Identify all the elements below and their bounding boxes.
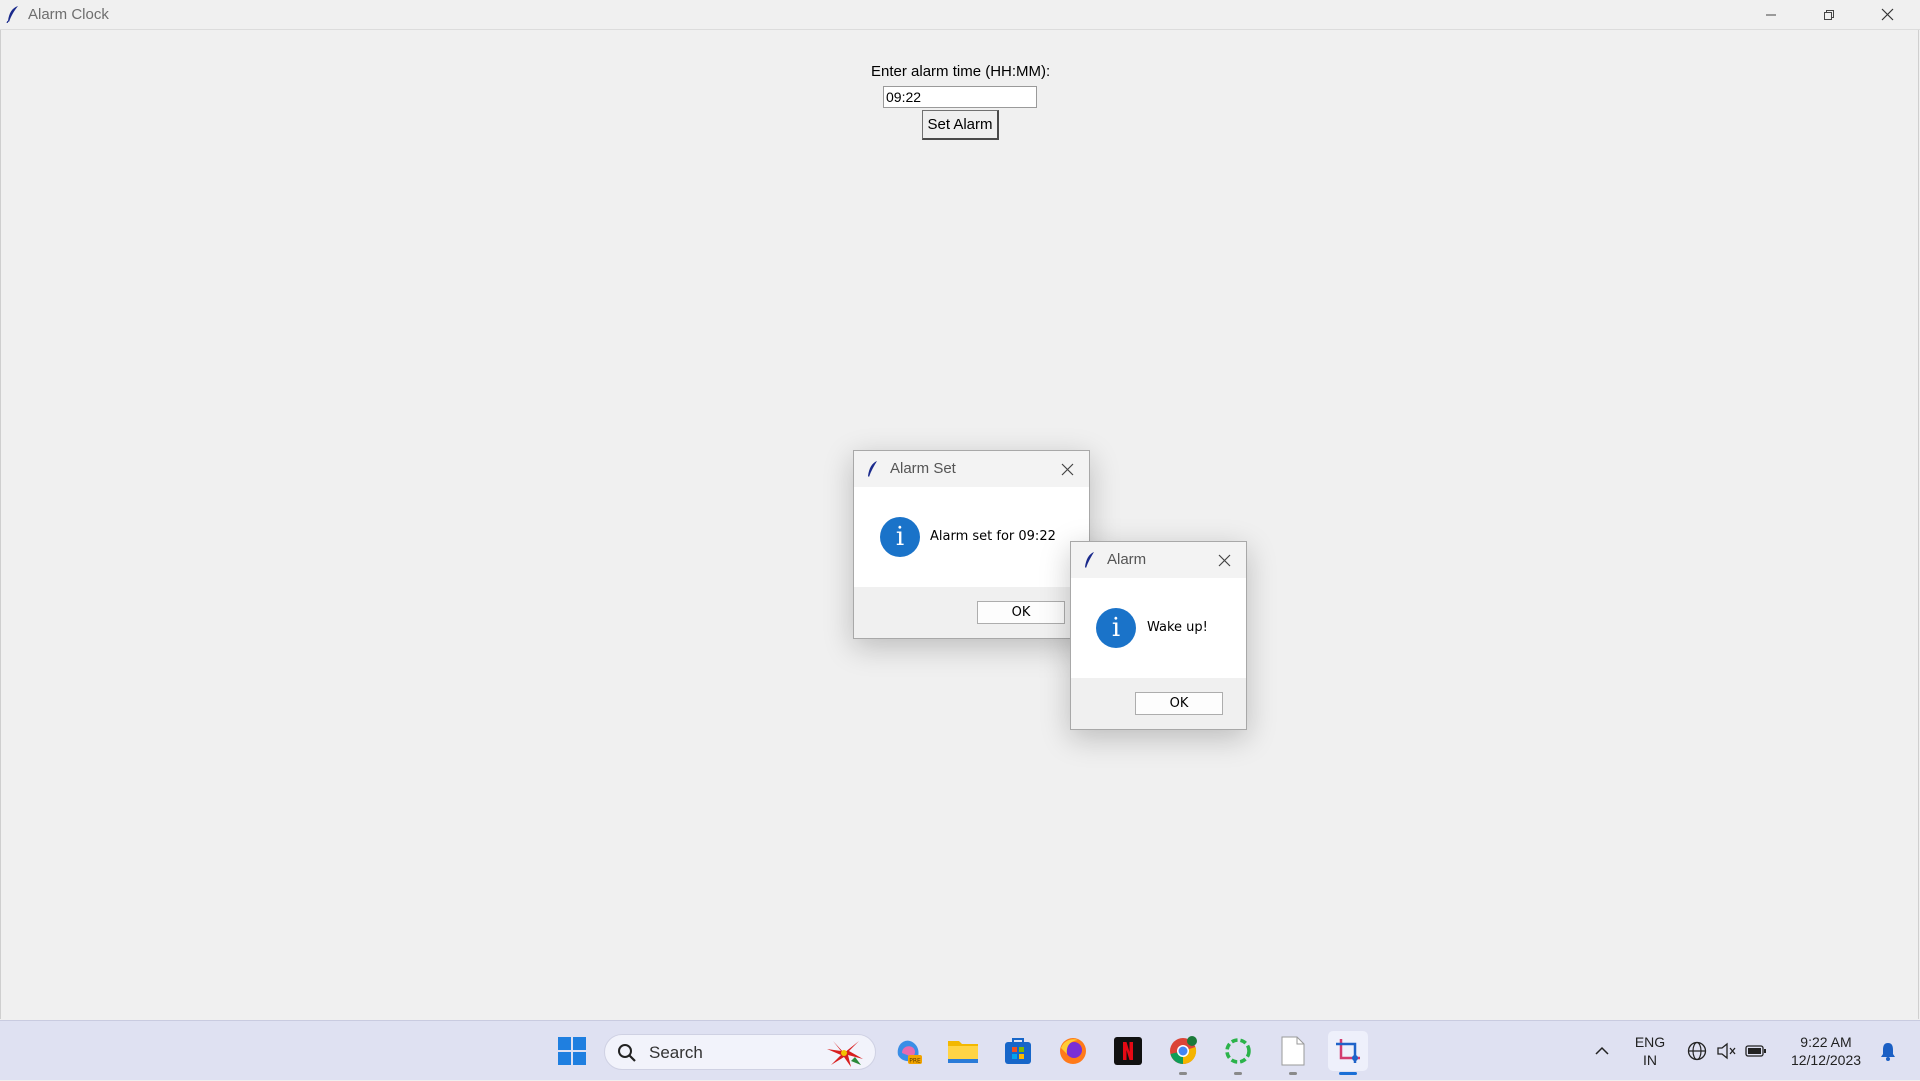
- volume-muted-icon: [1717, 1042, 1736, 1060]
- taskbar-search-box[interactable]: Search: [604, 1034, 876, 1070]
- running-indicator: [1289, 1072, 1297, 1075]
- running-indicator: [1234, 1072, 1242, 1075]
- taskbar-netflix[interactable]: [1108, 1031, 1148, 1071]
- alarm-set-dialog: Alarm Set i Alarm set for 09:22 OK: [853, 450, 1090, 639]
- running-indicator: [1179, 1072, 1187, 1075]
- language-indicator[interactable]: ENG IN: [1626, 1021, 1674, 1081]
- chrome-icon: [1170, 1036, 1197, 1065]
- dialog-title: Alarm Set: [890, 460, 956, 477]
- volume-button[interactable]: [1713, 1021, 1739, 1081]
- battery-button[interactable]: [1742, 1021, 1770, 1081]
- notifications-button[interactable]: [1874, 1021, 1902, 1081]
- dialog-body: i Wake up!: [1071, 578, 1246, 678]
- taskbar-file-explorer[interactable]: [943, 1031, 983, 1071]
- dialog-footer: OK: [1071, 678, 1246, 729]
- language-region: IN: [1643, 1052, 1657, 1068]
- language-code: ENG: [1634, 1034, 1666, 1050]
- taskbar-firefox[interactable]: [1053, 1031, 1093, 1071]
- dialog-body: i Alarm set for 09:22: [854, 487, 1089, 587]
- bell-icon: [1881, 1043, 1895, 1061]
- window-titlebar: Alarm Clock: [0, 0, 1920, 30]
- dialog-titlebar: Alarm: [1071, 542, 1246, 578]
- dialog-message: Wake up!: [1147, 620, 1208, 635]
- show-hidden-icons-button[interactable]: [1588, 1021, 1616, 1081]
- dialog-title: Alarm: [1107, 551, 1147, 568]
- taskbar-snipping-tool[interactable]: [1328, 1031, 1368, 1075]
- info-icon: i: [880, 517, 920, 557]
- search-placeholder: Search: [649, 1043, 703, 1062]
- clock-time: 9:22 AM: [1800, 1034, 1852, 1050]
- ok-button[interactable]: OK: [977, 601, 1065, 624]
- minimize-button[interactable]: [1742, 0, 1800, 29]
- globe-icon: [1687, 1041, 1707, 1061]
- info-icon: i: [1096, 608, 1136, 648]
- search-icon: [618, 1044, 636, 1062]
- alarm-time-label: Enter alarm time (HH:MM):: [871, 63, 1051, 80]
- dialog-message: Alarm set for 09:22: [930, 529, 1056, 544]
- window-title: Alarm Clock: [28, 6, 109, 23]
- clock-date: 12/12/2023: [1790, 1052, 1862, 1068]
- taskbar: Search PRE ENG IN 9:22 AM 12/12/2023: [0, 1020, 1920, 1080]
- circle-app-icon: [1225, 1038, 1251, 1064]
- close-icon: [1061, 463, 1073, 475]
- windows-start-icon: [558, 1037, 586, 1065]
- taskbar-circle-app[interactable]: [1218, 1031, 1258, 1075]
- battery-icon: [1745, 1045, 1766, 1057]
- svg-text:PRE: PRE: [909, 1058, 921, 1065]
- minimize-icon: [1766, 14, 1776, 15]
- start-button[interactable]: [552, 1031, 592, 1071]
- set-alarm-button[interactable]: Set Alarm: [922, 110, 999, 140]
- taskbar-chrome[interactable]: [1163, 1031, 1203, 1075]
- ok-button[interactable]: OK: [1135, 692, 1223, 715]
- dialog-titlebar: Alarm Set: [854, 451, 1089, 487]
- taskbar-microsoft-store[interactable]: [998, 1031, 1038, 1071]
- firefox-icon: [1060, 1038, 1086, 1064]
- alarm-time-input[interactable]: [883, 86, 1037, 108]
- dialog-close-button[interactable]: [1057, 459, 1077, 479]
- dialog-close-button[interactable]: [1214, 550, 1234, 570]
- taskbar-copilot[interactable]: PRE: [888, 1031, 928, 1071]
- network-button[interactable]: [1684, 1021, 1710, 1081]
- restore-button[interactable]: [1800, 0, 1858, 29]
- clock-button[interactable]: 9:22 AM 12/12/2023: [1782, 1021, 1870, 1081]
- taskbar-file[interactable]: [1273, 1031, 1313, 1075]
- active-indicator: [1339, 1072, 1357, 1075]
- file-explorer-icon: [948, 1041, 978, 1063]
- tk-feather-icon: [868, 461, 877, 477]
- restore-icon: [1824, 9, 1834, 20]
- alarm-dialog: Alarm i Wake up! OK: [1070, 541, 1247, 730]
- close-icon: [1881, 8, 1893, 21]
- tk-feather-icon: [6, 6, 18, 23]
- poinsettia-search-highlight-icon: [827, 1041, 863, 1067]
- copilot-icon: PRE: [897, 1040, 922, 1065]
- close-icon: [1218, 554, 1230, 566]
- snipping-tool-icon: [1336, 1039, 1360, 1063]
- tk-feather-icon: [1085, 552, 1094, 568]
- microsoft-store-icon: [1005, 1038, 1031, 1064]
- netflix-icon: [1114, 1037, 1142, 1065]
- file-icon: [1281, 1036, 1305, 1066]
- chevron-up-icon: [1595, 1046, 1609, 1055]
- close-button[interactable]: [1858, 0, 1916, 29]
- dialog-footer: OK: [854, 587, 1089, 638]
